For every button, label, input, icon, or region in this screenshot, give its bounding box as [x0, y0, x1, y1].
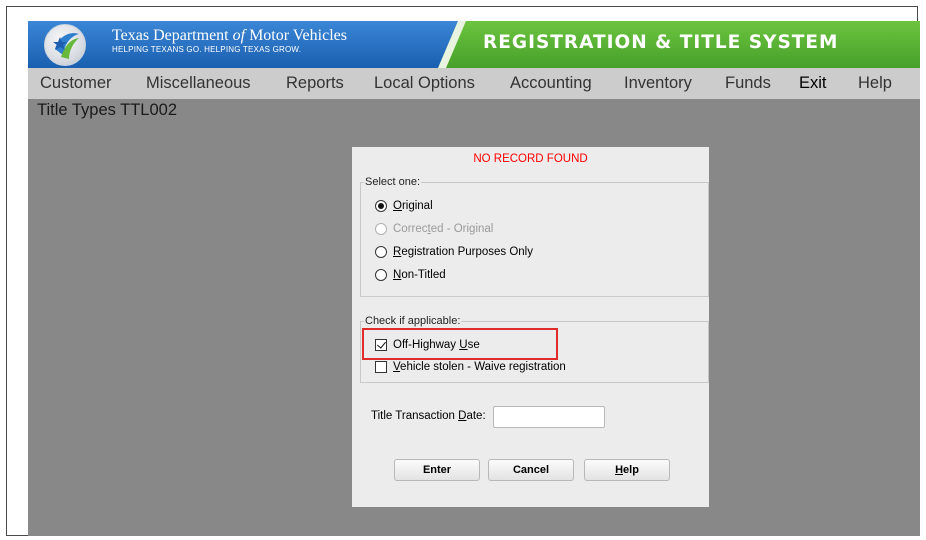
- radio-button-original[interactable]: [375, 200, 387, 212]
- title-types-dialog: NO RECORD FOUND Select one: Original Cor…: [352, 147, 709, 507]
- check-if-applicable-label: Check if applicable:: [364, 315, 462, 327]
- radio-button-corrected-original: [375, 223, 387, 235]
- enter-button[interactable]: Enter: [394, 459, 480, 481]
- radio-original-label: Original: [393, 200, 433, 212]
- select-one-group: Select one: Original Corrected - Origina…: [360, 176, 709, 297]
- radio-corrected-original: Corrected - Original: [375, 221, 493, 237]
- radio-non-titled-label: Non-Titled: [393, 269, 446, 281]
- highlight-box: [362, 328, 558, 360]
- menu-accounting[interactable]: Accounting: [510, 74, 592, 93]
- radio-non-titled[interactable]: Non-Titled: [375, 267, 446, 283]
- menu-exit[interactable]: Exit: [799, 74, 827, 93]
- org-title: Texas Department of Motor Vehicles: [112, 27, 347, 44]
- radio-corrected-original-label: Corrected - Original: [393, 223, 494, 235]
- system-title: REGISTRATION & TITLE SYSTEM: [483, 32, 839, 53]
- menu-bar: Customer Miscellaneous Reports Local Opt…: [28, 68, 920, 99]
- header-banner: Texas Department of Motor Vehicles HELPI…: [28, 21, 920, 68]
- menu-inventory[interactable]: Inventory: [624, 74, 692, 93]
- status-message: NO RECORD FOUND: [473, 153, 588, 165]
- select-one-label: Select one:: [364, 176, 422, 188]
- menu-customer[interactable]: Customer: [40, 74, 112, 93]
- menu-reports[interactable]: Reports: [286, 74, 344, 93]
- menu-miscellaneous[interactable]: Miscellaneous: [146, 74, 251, 93]
- cancel-button[interactable]: Cancel: [488, 459, 574, 481]
- org-tagline: HELPING TEXANS GO. HELPING TEXAS GROW.: [112, 45, 302, 54]
- menu-funds[interactable]: Funds: [725, 74, 771, 93]
- help-button[interactable]: Help: [584, 459, 670, 481]
- title-transaction-date-input[interactable]: [493, 406, 605, 428]
- checkbox-box-vehicle-stolen[interactable]: [375, 361, 387, 373]
- radio-registration-purposes-only[interactable]: Registration Purposes Only: [375, 244, 533, 260]
- checkbox-vehicle-stolen-label: Vehicle stolen - Waive registration: [393, 361, 566, 373]
- title-transaction-date-label: Title Transaction Date:: [371, 410, 486, 422]
- menu-local-options[interactable]: Local Options: [374, 74, 475, 93]
- radio-button-registration-purposes-only[interactable]: [375, 246, 387, 258]
- radio-original[interactable]: Original: [375, 198, 433, 214]
- menu-help[interactable]: Help: [858, 74, 892, 93]
- radio-registration-purposes-only-label: Registration Purposes Only: [393, 246, 533, 258]
- radio-button-non-titled[interactable]: [375, 269, 387, 281]
- txdmv-logo: [44, 24, 86, 66]
- org-name: Texas Department of Motor Vehicles HELPI…: [112, 27, 347, 55]
- star-icon: [53, 33, 79, 59]
- screen-title: Title Types TTL002: [37, 101, 178, 119]
- checkbox-vehicle-stolen[interactable]: Vehicle stolen - Waive registration: [375, 359, 566, 375]
